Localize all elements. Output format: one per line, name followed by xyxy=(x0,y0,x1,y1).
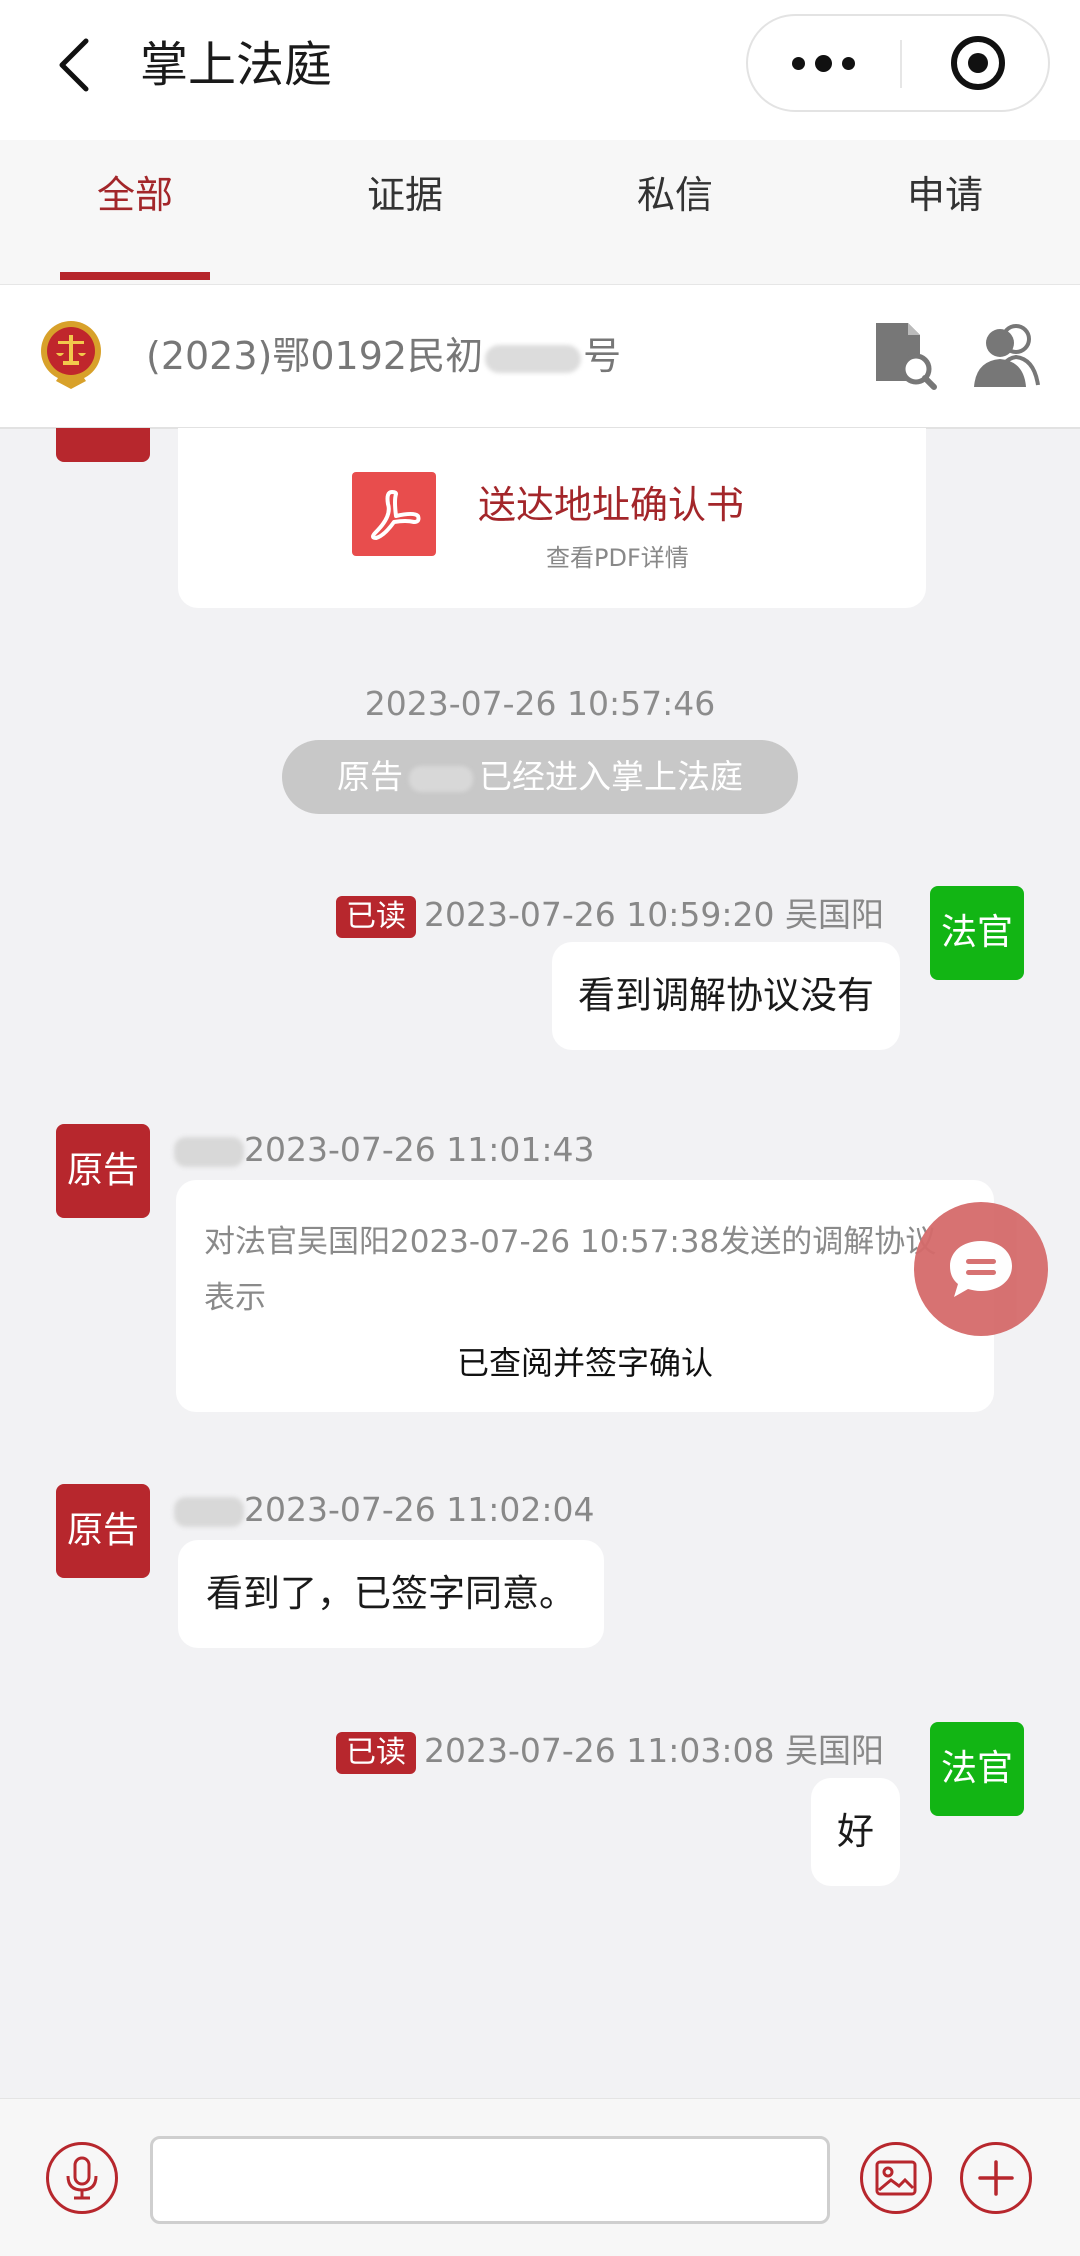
system-message-suffix: 已经进入掌上法庭 xyxy=(479,757,743,796)
microphone-icon[interactable] xyxy=(46,2142,118,2214)
message-meta: 已读 2023-07-26 11:03:08 吴国阳 xyxy=(336,1724,884,1774)
capsule-divider xyxy=(900,40,902,88)
redacted-name xyxy=(174,1136,244,1167)
plus-icon[interactable] xyxy=(960,2142,1032,2214)
avatar-plaintiff: 原告 xyxy=(56,1124,150,1218)
chevron-left-icon[interactable] xyxy=(44,30,104,100)
chat-bubble-icon[interactable] xyxy=(914,1202,1048,1336)
image-icon[interactable] xyxy=(860,2142,932,2214)
mediation-response-line2: 表示 xyxy=(204,1280,266,1316)
more-dots-icon[interactable] xyxy=(748,16,898,110)
system-message-prefix: 原告 xyxy=(337,757,403,796)
message-time: 2023-07-26 11:01:43 xyxy=(244,1130,595,1169)
tab-evidence[interactable]: 证据 xyxy=(270,140,540,284)
participants-icon[interactable] xyxy=(972,321,1042,391)
message-sender: 吴国阳 xyxy=(785,895,884,934)
system-message: 原告 已经进入掌上法庭 xyxy=(282,740,798,814)
mediation-response-line1: 对法官吴国阳2023-07-26 10:57:38发送的调解协议 xyxy=(204,1224,937,1260)
tab-private-message[interactable]: 私信 xyxy=(540,140,810,284)
pdf-view-details-link[interactable]: 查看PDF详情 xyxy=(546,538,689,573)
court-emblem-icon xyxy=(36,315,106,393)
message-time: 2023-07-26 11:03:08 xyxy=(424,1731,775,1770)
redacted-text xyxy=(485,344,582,373)
message-bubble[interactable]: 看到了，已签字同意。 xyxy=(178,1540,604,1648)
mediation-confirm-text: 已查阅并签字确认 xyxy=(456,1344,713,1382)
mediation-response-card[interactable]: 对法官吴国阳2023-07-26 10:57:38发送的调解协议 表示 已查阅并… xyxy=(176,1180,994,1412)
tab-active-indicator xyxy=(60,272,210,280)
document-search-icon[interactable] xyxy=(872,321,938,391)
redacted-text xyxy=(409,765,473,792)
avatar-plaintiff: 原告 xyxy=(56,1484,150,1578)
mini-program-capsule xyxy=(746,14,1050,112)
message-meta: 2023-07-26 11:02:04 xyxy=(174,1490,594,1529)
avatar-plaintiff-partial xyxy=(56,428,150,462)
message-time: 2023-07-26 11:02:04 xyxy=(244,1490,595,1529)
read-badge: 已读 xyxy=(336,895,417,938)
pdf-title: 送达地址确认书 xyxy=(478,483,745,527)
page-title: 掌上法庭 xyxy=(140,37,333,93)
tab-bar: 全部 证据 私信 申请 xyxy=(0,140,1080,285)
tab-all[interactable]: 全部 xyxy=(0,140,270,284)
pdf-icon xyxy=(352,472,436,556)
message-time: 2023-07-26 10:59:20 xyxy=(424,895,775,934)
message-meta: 2023-07-26 11:01:43 xyxy=(174,1130,594,1169)
redacted-name xyxy=(174,1496,244,1527)
message-input[interactable] xyxy=(150,2136,830,2224)
case-info-bar: (2023)鄂0192民初 号 xyxy=(0,285,1080,429)
message-meta: 已读 2023-07-26 10:59:20 吴国阳 xyxy=(336,888,884,938)
case-number-prefix: (2023)鄂0192民初 xyxy=(146,334,484,378)
case-number-suffix: 号 xyxy=(583,334,622,378)
message-sender: 吴国阳 xyxy=(785,1731,884,1770)
record-target-icon[interactable] xyxy=(948,33,1008,93)
read-badge: 已读 xyxy=(336,1731,417,1774)
avatar-judge: 法官 xyxy=(930,886,1024,980)
system-message-time: 2023-07-26 10:57:46 xyxy=(364,684,716,723)
avatar-judge: 法官 xyxy=(930,1722,1024,1816)
message-bubble[interactable]: 好 xyxy=(811,1778,900,1886)
message-bubble[interactable]: 看到调解协议没有 xyxy=(552,942,900,1050)
case-number: (2023)鄂0192民初 号 xyxy=(146,285,621,427)
top-nav-bar: 掌上法庭 xyxy=(0,0,1080,140)
tab-application[interactable]: 申请 xyxy=(810,140,1080,284)
